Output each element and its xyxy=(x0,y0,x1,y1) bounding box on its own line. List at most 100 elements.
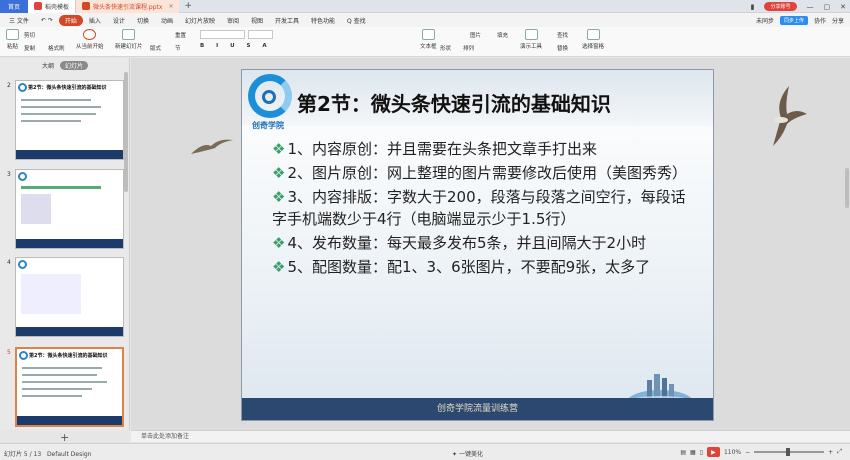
image-button[interactable]: 图片 xyxy=(470,31,481,39)
menu-design[interactable]: 设计 xyxy=(107,16,131,25)
zoom-knob[interactable] xyxy=(786,448,791,456)
account-button[interactable]: 分享账号 xyxy=(764,2,797,11)
ribbon: 粘贴 剪切 复制 格式刷 从当前开始 新建幻灯片 版式 重置 节 B I U S… xyxy=(0,27,850,57)
section-button[interactable]: 节 xyxy=(175,44,181,52)
close-window-button[interactable]: ✕ xyxy=(840,3,846,11)
new-tab-button[interactable]: + xyxy=(179,1,197,11)
bullet-text: 2、图片原创：网上整理的图片需要修改后使用（美图秀秀） xyxy=(287,164,687,182)
menu-file[interactable]: 三 文件 xyxy=(3,16,35,25)
play-icon xyxy=(83,29,97,40)
font-style-buttons[interactable]: B I U S A xyxy=(200,43,272,49)
bullet: ❖ 5、配图数量：配1、3、6张图片，不要配9张，太多了 xyxy=(272,256,692,278)
thumb-number: 4 xyxy=(7,259,11,266)
menu-features[interactable]: 特色功能 xyxy=(305,16,341,25)
zoom-slider[interactable] xyxy=(754,448,825,456)
slide-tools-button[interactable]: 演示工具 xyxy=(520,29,542,50)
normal-view-icon[interactable]: ▤ xyxy=(680,449,686,456)
slide[interactable]: 创奇学院 第2节：微头条快速引流的基础知识 ❖ 1、内容原创：并且需要在头条把文章… xyxy=(241,69,714,421)
thumb-image xyxy=(21,194,51,224)
sorter-view-icon[interactable]: ▦ xyxy=(690,449,696,456)
textbox-button[interactable]: 文本框 xyxy=(420,29,437,50)
menu-slideshow[interactable]: 幻灯片放映 xyxy=(179,16,221,25)
paragraph-tools[interactable] xyxy=(300,30,380,39)
menu-search[interactable]: Q 查找 xyxy=(341,16,372,25)
canvas-scrollbar[interactable] xyxy=(845,168,849,208)
pane-scrollbar[interactable] xyxy=(124,72,128,192)
thumb-line xyxy=(22,381,107,383)
layout-button[interactable]: 版式 xyxy=(150,44,161,52)
menu-animation[interactable]: 动画 xyxy=(155,16,179,25)
menu-transition[interactable]: 切换 xyxy=(131,16,155,25)
slide-thumb-3[interactable] xyxy=(15,169,124,249)
paste-button[interactable]: 粘贴 xyxy=(6,29,19,50)
menu-review[interactable]: 审阅 xyxy=(221,16,245,25)
docer-icon xyxy=(34,2,42,10)
tab-home[interactable]: 首页 xyxy=(0,0,28,13)
thumb-number: 2 xyxy=(7,82,11,89)
thumb-line xyxy=(22,395,82,397)
font-name-select[interactable] xyxy=(200,30,245,39)
copy-button[interactable]: 复制 xyxy=(24,44,35,52)
thumb-line xyxy=(22,367,102,369)
undo-icon[interactable]: ↶ ↷ xyxy=(35,17,59,24)
find-button[interactable]: 查找 xyxy=(557,31,568,39)
menu-insert[interactable]: 插入 xyxy=(83,16,107,25)
slide-thumb-2[interactable]: 第2节：微头条快速引流的基础知识 xyxy=(15,80,124,160)
status-bar: 幻灯片 5 / 13 Default Design ✦ 一键美化 ▤ ▦ ▯ ▶… xyxy=(0,443,850,460)
logo-icon xyxy=(18,172,27,181)
select-pane-button[interactable]: 选择窗格 xyxy=(582,29,604,50)
bullet: ❖ 4、发布数量：每天最多发布5条，并且间隔大于2小时 xyxy=(272,232,692,254)
fill-button[interactable]: 填充 xyxy=(497,31,508,39)
slide-tools-label: 演示工具 xyxy=(520,44,543,50)
reset-button[interactable]: 重置 xyxy=(175,31,186,39)
thumb-line xyxy=(21,106,101,108)
slide-title[interactable]: 第2节：微头条快速引流的基础知识 xyxy=(297,88,611,117)
zoom-level[interactable]: 110% xyxy=(724,449,741,456)
upload-button[interactable]: 同步上传 xyxy=(779,15,808,25)
slide-body[interactable]: ❖ 1、内容原创：并且需要在头条把文章手打出来 ❖ 2、图片原创：网上整理的图片需要… xyxy=(272,138,692,280)
menu-home[interactable]: 开始 xyxy=(58,14,83,26)
reading-view-icon[interactable]: ▯ xyxy=(700,449,703,456)
bullet-text: 4、发布数量：每天最多发布5条，并且间隔大于2小时 xyxy=(287,234,647,252)
diamond-bullet-icon: ❖ xyxy=(272,234,286,252)
view-controls: ▤ ▦ ▯ ▶ 110% − + ⤢ xyxy=(680,447,842,457)
maximize-button[interactable]: ▢ xyxy=(824,3,831,11)
font-size-select[interactable] xyxy=(248,30,273,39)
beautify-button[interactable]: ✦ 一键美化 xyxy=(452,449,483,458)
zoom-out-icon[interactable]: − xyxy=(745,449,750,456)
tab-docer[interactable]: 稻壳模板 xyxy=(28,0,77,13)
zoom-in-icon[interactable]: + xyxy=(828,449,833,456)
tab-outline[interactable]: 大纲 xyxy=(42,61,54,70)
collab-button[interactable]: 协作 xyxy=(814,16,826,25)
notes-area[interactable]: 单击此处添加备注 xyxy=(131,430,850,442)
menu-view[interactable]: 视图 xyxy=(245,16,269,25)
logo-icon xyxy=(18,83,27,92)
tab-slides[interactable]: 幻灯片 xyxy=(60,60,89,70)
slide-counter: 幻灯片 5 / 13 Default Design xyxy=(4,449,91,458)
play-from-current-button[interactable]: 从当前开始 xyxy=(76,29,104,50)
play-button[interactable]: ▶ xyxy=(706,447,720,457)
slide-thumb-4[interactable] xyxy=(15,257,124,337)
fit-icon[interactable]: ⤢ xyxy=(837,448,842,456)
slide-thumb-5[interactable]: 第2节：微头条快速引流的基础知识 xyxy=(15,347,124,427)
minimize-button[interactable]: — xyxy=(807,3,814,11)
replace-button[interactable]: 替换 xyxy=(557,44,568,52)
shape-button[interactable]: 形状 xyxy=(440,44,451,52)
format-painter-button[interactable]: 格式刷 xyxy=(48,44,65,52)
arrange-button[interactable]: 排列 xyxy=(463,44,474,52)
select-pane-icon xyxy=(586,29,600,40)
bullet-text: 5、配图数量：配1、3、6张图片，不要配9张，太多了 xyxy=(287,258,651,276)
menu-developer[interactable]: 开发工具 xyxy=(269,16,305,25)
tab-document[interactable]: 微头条快速引流课程.pptx ✕ xyxy=(76,0,180,13)
close-icon[interactable]: ✕ xyxy=(168,3,173,10)
layout-icon[interactable]: ▮ xyxy=(751,3,755,11)
share-button[interactable]: 分享 xyxy=(832,16,844,25)
textbox-label: 文本框 xyxy=(420,44,437,50)
slide-footer: 创奇学院流量训练营 xyxy=(242,398,713,420)
cut-button[interactable]: 剪切 xyxy=(24,31,35,39)
beautify-label: 一键美化 xyxy=(458,451,483,458)
unsynced-label[interactable]: 未同步 xyxy=(756,16,774,25)
new-slide-button[interactable]: 新建幻灯片 xyxy=(115,29,143,50)
pane-tabs: 大纲 幻灯片 xyxy=(0,58,130,72)
menu-right: 未同步 同步上传 协作 分享 xyxy=(756,13,844,27)
